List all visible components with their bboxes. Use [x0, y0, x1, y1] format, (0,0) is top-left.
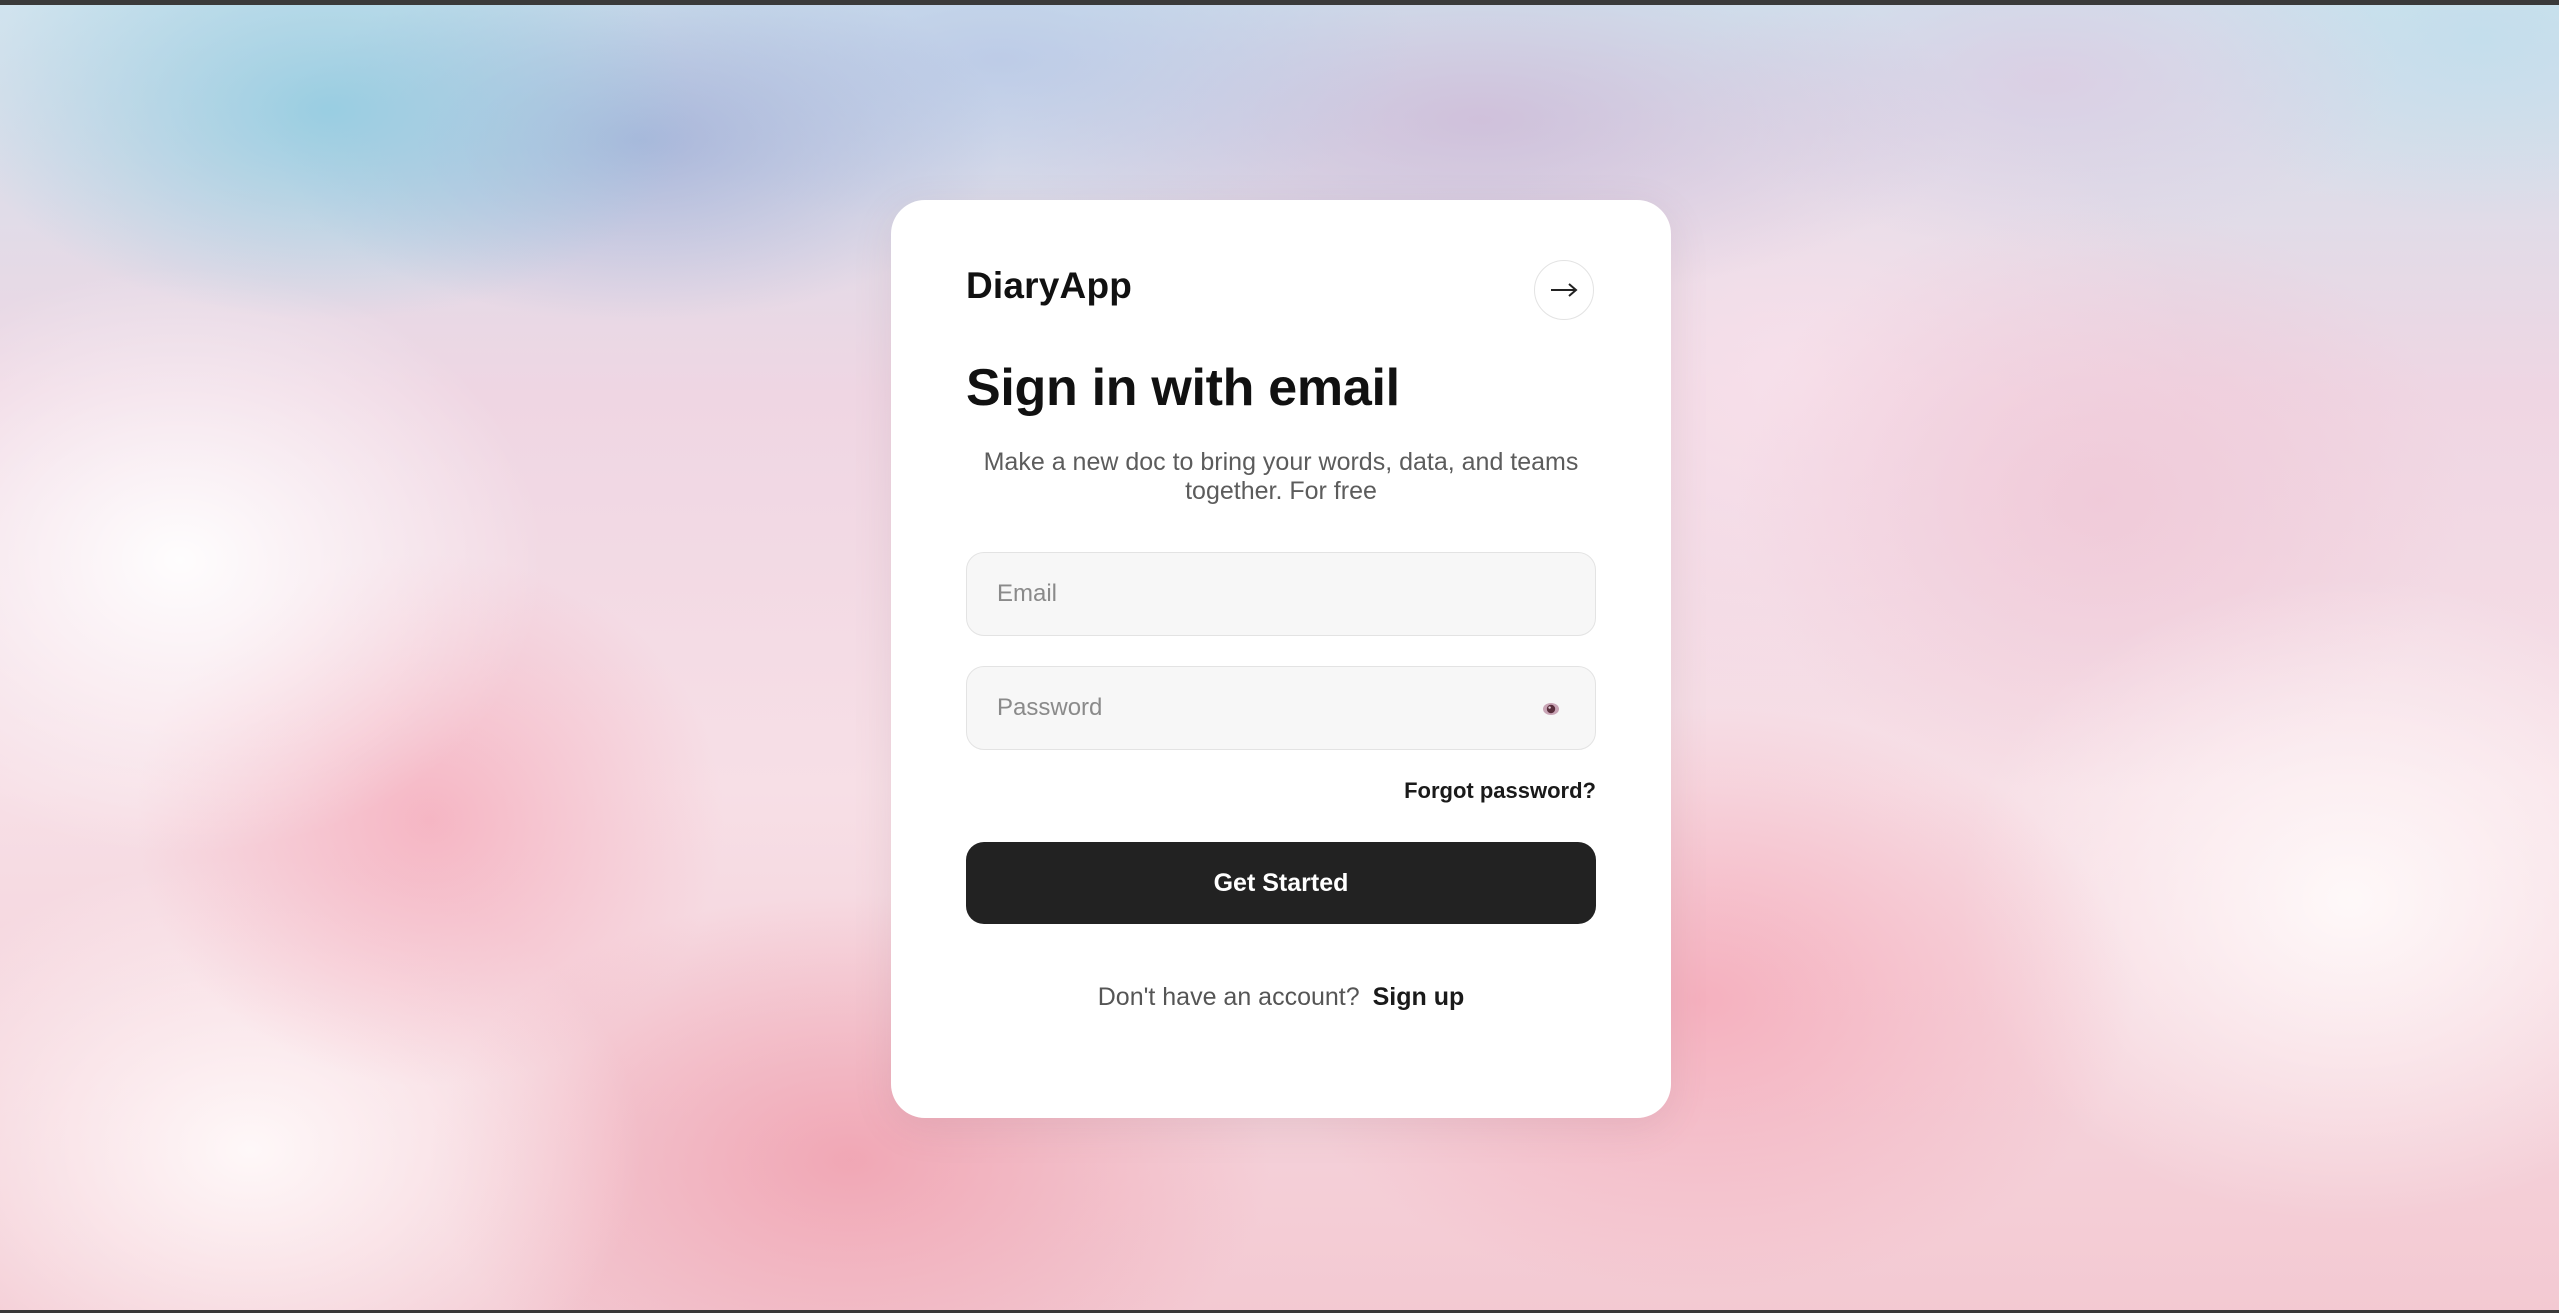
- sign-up-link[interactable]: Sign up: [1373, 983, 1465, 1011]
- page-title: Sign in with email: [966, 359, 1400, 417]
- password-field[interactable]: [966, 666, 1596, 750]
- app-logo: DiaryApp: [966, 265, 1133, 306]
- arrow-right-button[interactable]: [1534, 260, 1594, 320]
- password-input[interactable]: [967, 667, 1595, 749]
- signup-prompt-row: Don't have an account? Sign up: [966, 983, 1596, 1012]
- get-started-button[interactable]: Get Started: [966, 842, 1596, 924]
- sign-in-card: DiaryApp Sign in with email Make a new d…: [891, 200, 1671, 1118]
- email-input[interactable]: [967, 553, 1595, 635]
- eye-icon[interactable]: [1541, 699, 1561, 719]
- window-top-edge: [0, 0, 2559, 5]
- forgot-password-link[interactable]: Forgot password?: [1404, 778, 1596, 804]
- signup-prompt-text: Don't have an account?: [1097, 983, 1360, 1011]
- arrow-right-icon: [1551, 283, 1578, 297]
- email-field[interactable]: [966, 552, 1596, 636]
- page-subtitle: Make a new doc to bring your words, data…: [983, 448, 1579, 505]
